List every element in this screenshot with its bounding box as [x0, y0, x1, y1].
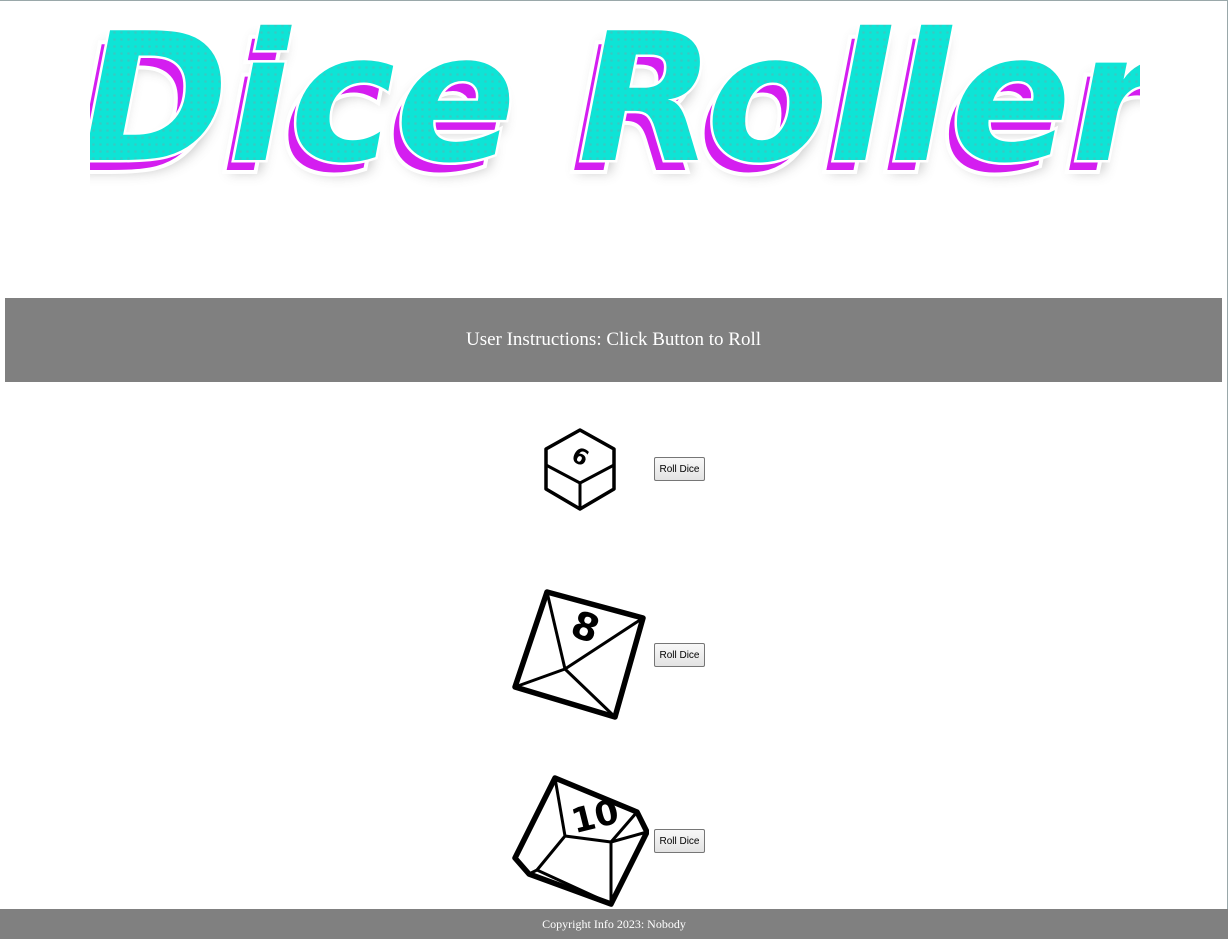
- instructions-bar: User Instructions: Click Button to Roll: [5, 298, 1222, 382]
- dice-roller-logo: Dice Roller Dice Roller Dice Roller: [90, 8, 1140, 208]
- d8-row: 8 Roll Dice: [505, 585, 725, 725]
- d10-die-icon: 10: [511, 774, 649, 908]
- copyright-text: Copyright Info 2023: Nobody: [542, 916, 686, 931]
- roll-d6-button[interactable]: Roll Dice: [654, 457, 705, 481]
- svg-text:Dice Roller: Dice Roller: [90, 8, 1140, 202]
- instructions-text: User Instructions: Click Button to Roll: [465, 329, 762, 350]
- d10-row: 10 Roll Dice: [505, 772, 725, 908]
- d6-row: 6 Roll Dice: [505, 425, 725, 515]
- footer: Copyright Info 2023: Nobody: [0, 909, 1228, 939]
- d8-die-icon: 8: [511, 588, 647, 722]
- roll-d8-button[interactable]: Roll Dice: [654, 643, 705, 667]
- d6-die-icon: 6: [543, 427, 617, 511]
- roll-d10-button[interactable]: Roll Dice: [654, 829, 705, 853]
